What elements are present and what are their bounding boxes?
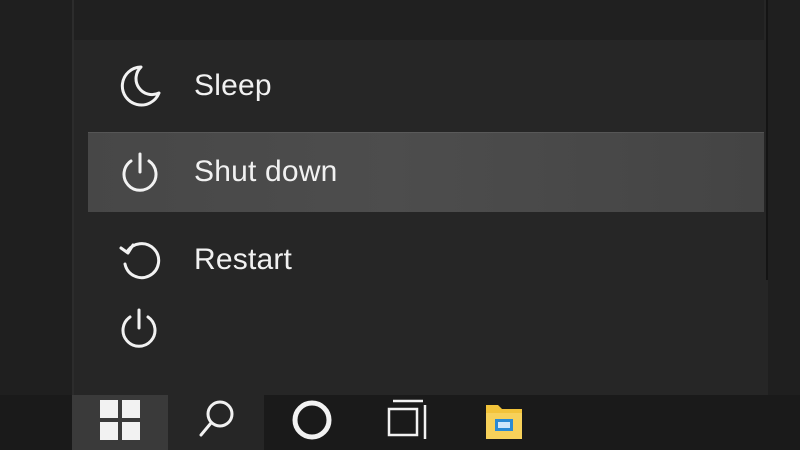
power-option-label: Restart: [194, 243, 293, 276]
taskbar-cortana-button[interactable]: [264, 395, 360, 450]
taskbar: [0, 395, 800, 450]
start-button[interactable]: [72, 395, 168, 450]
power-option-label: Shut down: [194, 155, 338, 188]
search-icon: [193, 397, 239, 448]
file-explorer-icon: [482, 397, 526, 448]
power-icon: [112, 144, 168, 200]
start-menu-scrollbar-track[interactable]: [766, 0, 768, 280]
power-icon: [116, 305, 162, 356]
windows-logo-icon: [98, 398, 142, 447]
restart-icon: [112, 232, 168, 288]
power-option-restart[interactable]: Restart: [88, 220, 764, 300]
taskbar-task-view-button[interactable]: [360, 395, 456, 450]
power-option-shut-down[interactable]: Shut down: [88, 132, 764, 212]
moon-icon: [112, 58, 168, 114]
power-option-label: Sleep: [194, 69, 272, 102]
cortana-icon: [288, 396, 336, 449]
power-option-sleep[interactable]: Sleep: [88, 46, 764, 126]
start-menu-left-edge: [72, 0, 74, 395]
start-menu-top-area: [74, 0, 764, 40]
taskbar-search-button[interactable]: [168, 395, 264, 450]
task-view-icon: [383, 397, 433, 448]
start-power-button[interactable]: [111, 302, 167, 358]
taskbar-file-explorer-button[interactable]: [456, 395, 552, 450]
